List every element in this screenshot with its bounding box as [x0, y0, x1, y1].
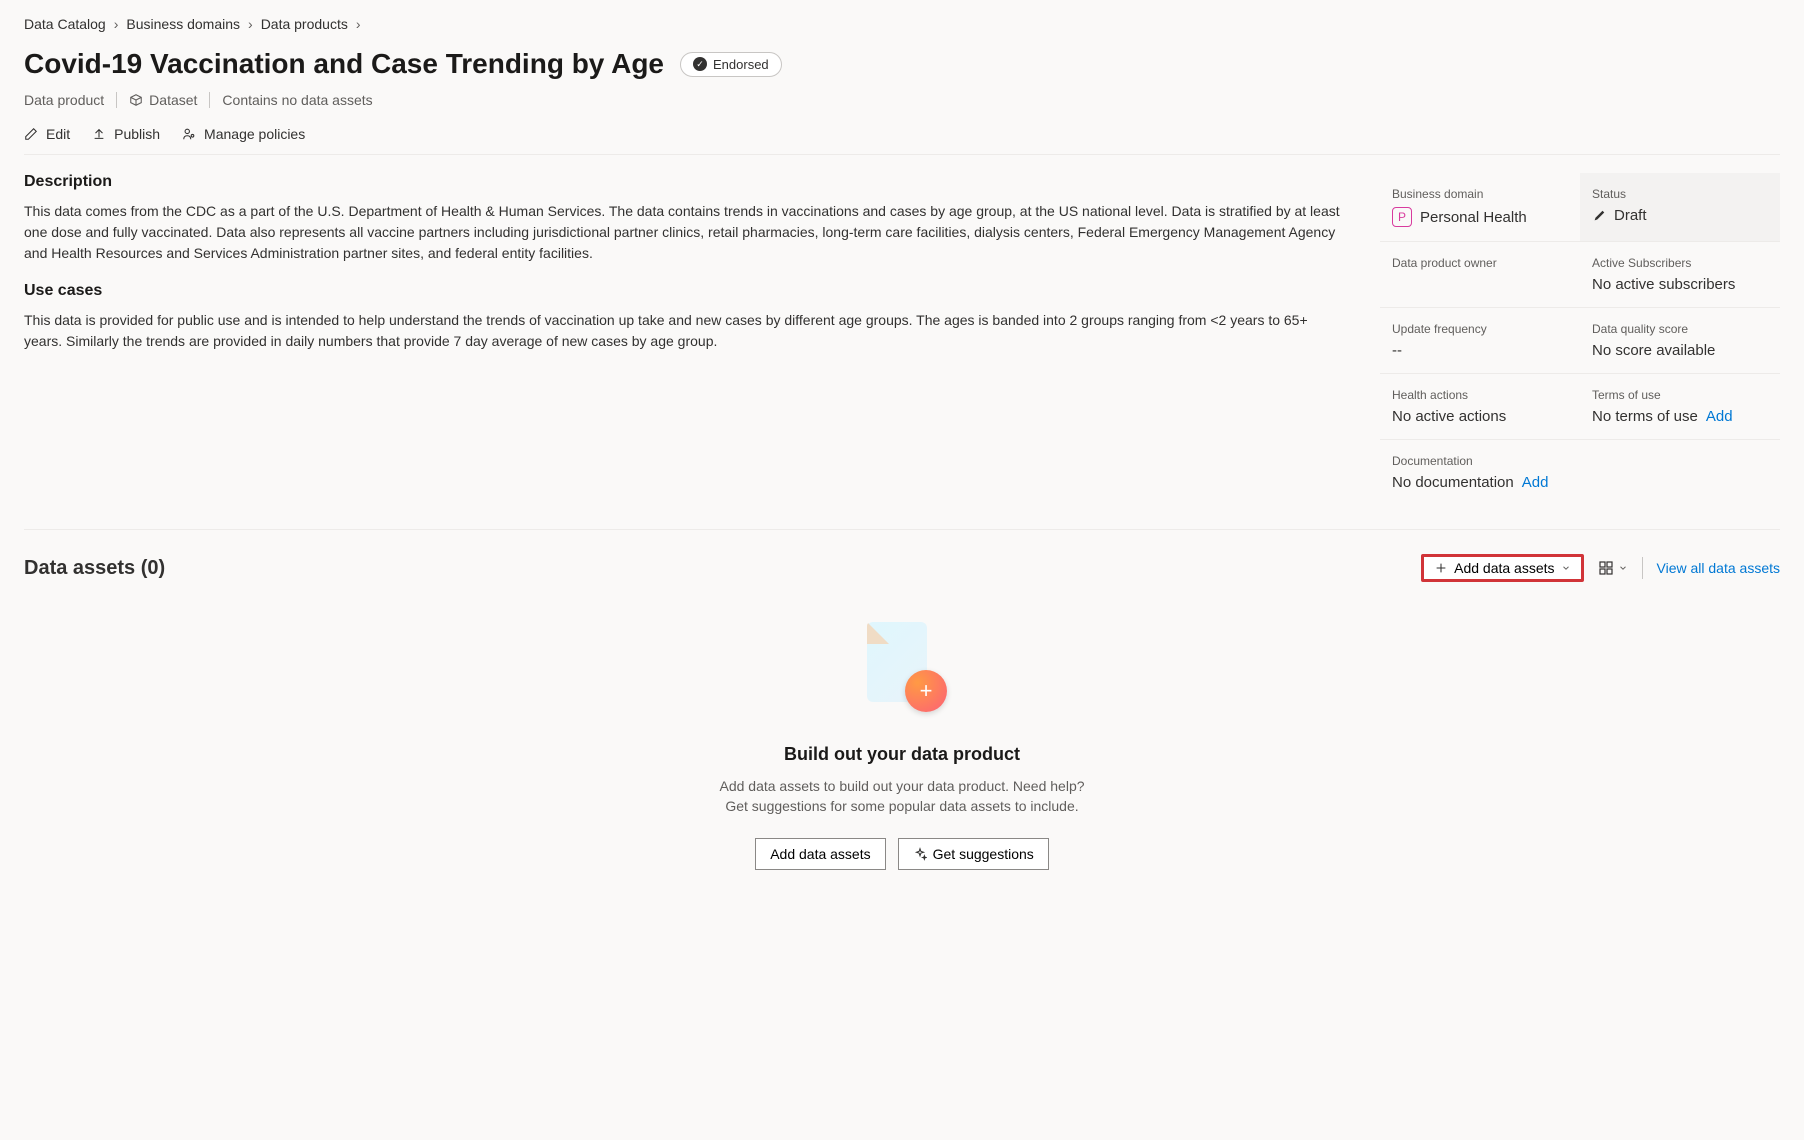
meta-type: Data product — [24, 92, 104, 108]
assets-header: Data assets (0) Add data assets View all… — [24, 554, 1780, 582]
empty-state-icon: + — [857, 622, 947, 712]
sidebar-value: No terms of use Add — [1592, 408, 1768, 425]
publish-button[interactable]: Publish — [92, 126, 160, 142]
description-text: This data comes from the CDC as a part o… — [24, 201, 1340, 264]
sidebar-label: Update frequency — [1392, 322, 1568, 336]
sidebar-value[interactable]: P Personal Health — [1392, 207, 1568, 227]
domain-icon: P — [1392, 207, 1412, 227]
pencil-icon — [24, 127, 38, 141]
data-assets-title: Data assets (0) — [24, 557, 165, 580]
chevron-right-icon: › — [356, 16, 361, 32]
right-column: Business domain P Personal Health Status… — [1380, 173, 1780, 505]
person-gear-icon — [182, 127, 196, 141]
empty-state-buttons: Add data assets Get suggestions — [755, 838, 1049, 870]
sidebar-value: No active subscribers — [1592, 276, 1768, 293]
docs-cell: Documentation No documentation Add — [1380, 440, 1780, 505]
edit-button[interactable]: Edit — [24, 126, 70, 142]
sidebar-label: Business domain — [1392, 187, 1568, 201]
empty-state: + Build out your data product Add data a… — [24, 622, 1780, 870]
meta-dataset: Dataset — [129, 92, 197, 108]
sidebar-label: Health actions — [1392, 388, 1568, 402]
status-cell: Status Draft — [1580, 173, 1780, 242]
quality-cell: Data quality score No score available — [1580, 308, 1780, 374]
chevron-right-icon: › — [248, 16, 253, 32]
usecases-text: This data is provided for public use and… — [24, 310, 1340, 352]
empty-state-title: Build out your data product — [784, 744, 1020, 765]
sidebar-label: Status — [1592, 187, 1768, 201]
sidebar-label: Terms of use — [1592, 388, 1768, 402]
title-row: Covid-19 Vaccination and Case Trending b… — [24, 48, 1780, 80]
breadcrumb: Data Catalog › Business domains › Data p… — [24, 16, 1780, 32]
manage-policies-button[interactable]: Manage policies — [182, 126, 305, 142]
grid-icon — [1598, 560, 1614, 576]
left-column: Description This data comes from the CDC… — [24, 173, 1340, 505]
chevron-down-icon — [1561, 563, 1571, 573]
chevron-down-icon — [1618, 563, 1628, 573]
sidebar-label: Data quality score — [1592, 322, 1768, 336]
breadcrumb-item[interactable]: Business domains — [126, 16, 240, 32]
update-freq-cell: Update frequency -- — [1380, 308, 1580, 374]
sidebar-label: Active Subscribers — [1592, 256, 1768, 270]
sidebar-label: Documentation — [1392, 454, 1768, 468]
add-docs-link[interactable]: Add — [1522, 474, 1549, 491]
get-suggestions-button[interactable]: Get suggestions — [898, 838, 1049, 870]
meta-row: Data product Dataset Contains no data as… — [24, 92, 1780, 108]
plus-circle-icon: + — [905, 670, 947, 712]
assets-controls: Add data assets View all data assets — [1421, 554, 1780, 582]
main-content: Description This data comes from the CDC… — [24, 173, 1780, 505]
draft-icon — [1592, 209, 1606, 223]
sidebar-value: No documentation Add — [1392, 474, 1768, 491]
add-data-assets-button[interactable]: Add data assets — [1421, 554, 1583, 582]
sidebar-label: Data product owner — [1392, 256, 1568, 270]
description-heading: Description — [24, 173, 1340, 191]
checkmark-icon: ✓ — [693, 57, 707, 71]
business-domain-cell: Business domain P Personal Health — [1380, 173, 1580, 242]
breadcrumb-item[interactable]: Data Catalog — [24, 16, 106, 32]
sidebar-value: -- — [1392, 342, 1568, 359]
sidebar-value: No active actions — [1392, 408, 1568, 425]
divider — [116, 92, 117, 108]
usecases-heading: Use cases — [24, 282, 1340, 300]
add-data-assets-empty-button[interactable]: Add data assets — [755, 838, 885, 870]
divider — [1642, 557, 1643, 579]
view-all-assets-link[interactable]: View all data assets — [1657, 560, 1780, 576]
page-title: Covid-19 Vaccination and Case Trending b… — [24, 48, 664, 80]
subscribers-cell: Active Subscribers No active subscribers — [1580, 242, 1780, 308]
empty-state-subtext: Add data assets to build out your data p… — [712, 777, 1092, 816]
view-toggle-button[interactable] — [1598, 560, 1628, 576]
chevron-right-icon: › — [114, 16, 119, 32]
divider — [209, 92, 210, 108]
breadcrumb-item[interactable]: Data products — [261, 16, 348, 32]
add-terms-link[interactable]: Add — [1706, 408, 1733, 425]
health-cell: Health actions No active actions — [1380, 374, 1580, 440]
badge-label: Endorsed — [713, 57, 769, 72]
meta-assets-note: Contains no data assets — [222, 92, 372, 108]
upload-icon — [92, 127, 106, 141]
sidebar-value: No score available — [1592, 342, 1768, 359]
plus-icon — [1434, 561, 1448, 575]
owner-cell: Data product owner — [1380, 242, 1580, 308]
sidebar-value: Draft — [1592, 207, 1768, 224]
sidebar-grid: Business domain P Personal Health Status… — [1380, 173, 1780, 505]
endorsed-badge: ✓ Endorsed — [680, 52, 782, 77]
terms-cell: Terms of use No terms of use Add — [1580, 374, 1780, 440]
section-divider — [24, 529, 1780, 530]
action-bar: Edit Publish Manage policies — [24, 126, 1780, 155]
sparkle-icon — [913, 847, 927, 861]
cube-icon — [129, 93, 143, 107]
